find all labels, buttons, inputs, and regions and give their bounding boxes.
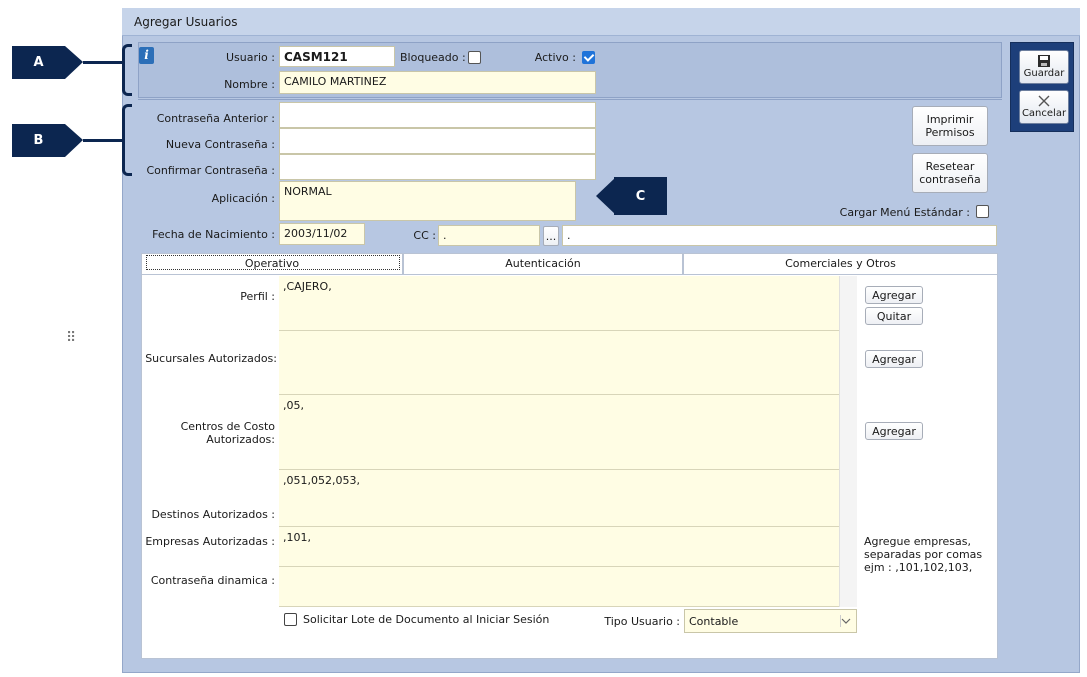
contrasena-anterior-label: Contraseña Anterior : [156,112,275,125]
nombre-label: Nombre : [224,78,275,91]
divider [138,99,1002,100]
contrasena-dinamica-label: Contraseña dinamica : [150,574,275,587]
centros-agregar-button[interactable]: Agregar [865,422,923,440]
title-bar: Agregar Usuarios [122,8,1080,36]
sucursales-agregar-button[interactable]: Agregar [865,350,923,368]
contrasena-anterior-input[interactable] [279,102,596,128]
cc-browse-button[interactable]: ... [543,226,559,246]
nueva-contrasena-input[interactable] [279,128,596,154]
fecha-nacimiento-label: Fecha de Nacimiento : [152,228,275,241]
cargar-menu-checkbox[interactable] [976,205,989,218]
tipo-usuario-value: Contable [689,615,739,628]
tab-autenticacion[interactable]: Autenticación [403,253,683,275]
perfil-quitar-button[interactable]: Quitar [865,307,923,325]
bloqueado-label: Bloqueado : [400,51,466,64]
tab-operativo-focus [146,255,400,270]
cc-label: CC : [413,229,436,242]
cc-input[interactable]: . [438,225,540,246]
cc-description-input[interactable]: . [562,225,997,246]
usuario-input[interactable]: CASM121 [279,46,395,67]
callout-c: C [614,177,667,215]
scrollbar-track[interactable] [839,276,857,607]
bloqueado-checkbox[interactable] [468,51,481,64]
resetear-contrasena-button[interactable]: Resetear contraseña [912,153,988,193]
chevron-down-icon [841,618,851,624]
perfil-label: Perfil : [240,290,275,303]
empresas-hint: Agregue empresas, separadas por comas ej… [864,535,983,574]
sucursales-label: Sucursales Autorizados: [145,352,277,365]
aplicacion-label: Aplicación : [211,192,275,205]
callout-b-arrow [65,124,83,157]
tipo-usuario-label: Tipo Usuario : [604,615,680,628]
drag-handle-icon[interactable]: ⠿ [66,330,77,346]
callout-a-line [83,61,125,64]
floppy-icon [1038,55,1050,67]
nueva-contrasena-label: Nueva Contraseña : [165,138,275,151]
usuario-label: Usuario : [225,51,275,64]
guardar-button[interactable]: Guardar [1019,50,1069,84]
callout-c-arrow [596,177,616,215]
fecha-nacimiento-input[interactable]: 2003/11/02 [279,223,365,245]
nombre-input[interactable]: CAMILO MARTINEZ [279,71,596,94]
cancelar-button[interactable]: Cancelar [1019,90,1069,124]
contrasena-dinamica-input[interactable] [279,567,857,607]
centros-input[interactable]: ,05, [279,395,857,470]
imprimir-permisos-button[interactable]: Imprimir Permisos [912,106,988,146]
info-icon[interactable]: i [139,47,154,64]
tipo-usuario-select[interactable]: Contable [684,609,857,633]
aplicacion-input[interactable]: NORMAL [279,181,576,221]
tab-comerciales[interactable]: Comerciales y Otros [683,253,998,275]
confirmar-contrasena-input[interactable] [279,154,596,180]
close-icon [1038,95,1050,107]
destinos-input[interactable]: ,051,052,053, [279,470,857,527]
callout-b-bracket [122,104,132,176]
perfil-agregar-button[interactable]: Agregar [865,286,923,304]
solicitar-lote-checkbox[interactable] [284,613,297,626]
guardar-label: Guardar [1023,68,1065,79]
cancelar-label: Cancelar [1021,108,1067,119]
callout-a-arrow [65,46,83,79]
empresas-input[interactable]: ,101, [279,527,857,567]
confirmar-contrasena-label: Confirmar Contraseña : [146,164,276,177]
window-title: Agregar Usuarios [134,15,238,29]
sucursales-input[interactable] [279,331,857,395]
callout-a: A [12,46,65,79]
solicitar-lote-label: Solicitar Lote de Documento al Iniciar S… [303,613,550,626]
centros-label: Centros de Costo Autorizados: [180,420,275,446]
activo-label: Activo : [534,51,576,64]
cargar-menu-label: Cargar Menú Estándar : [839,206,970,219]
activo-checkbox[interactable] [582,51,595,64]
perfil-input[interactable]: ,CAJERO, [279,276,857,331]
empresas-label: Empresas Autorizadas : [145,535,275,548]
callout-a-bracket [122,44,132,96]
destinos-label: Destinos Autorizados : [151,508,275,521]
callout-b-line [83,139,125,142]
callout-b: B [12,124,65,157]
